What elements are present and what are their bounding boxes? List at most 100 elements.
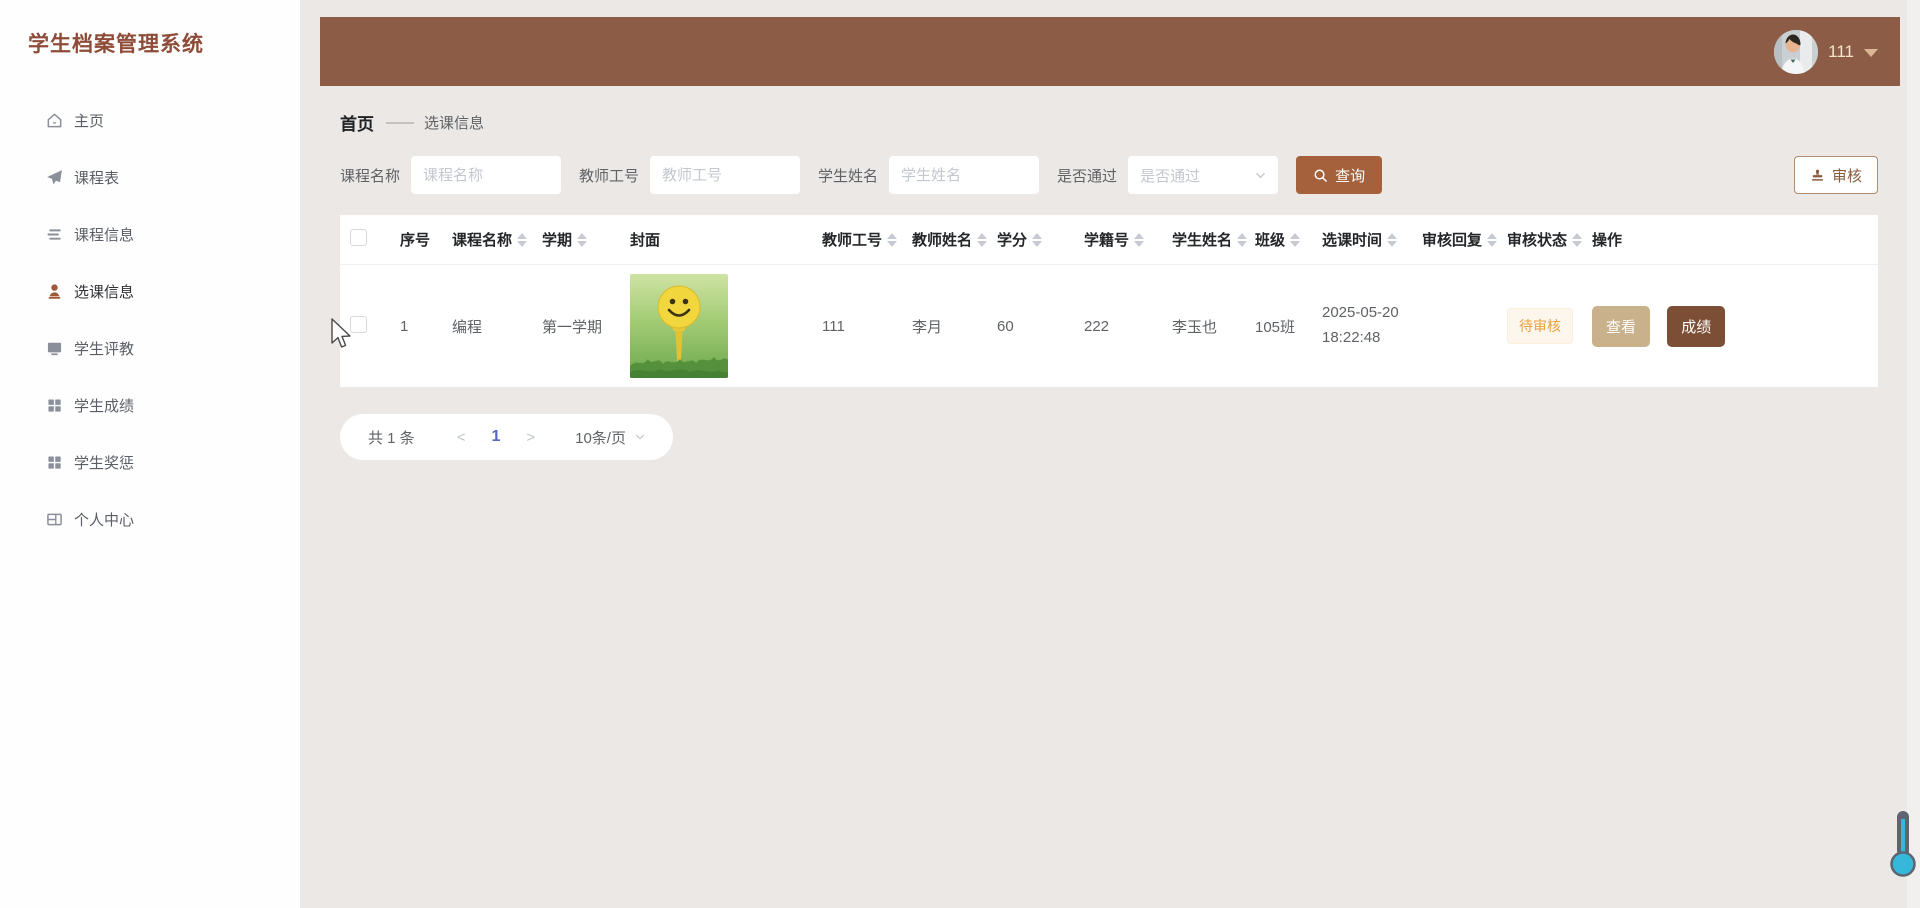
app-title: 学生档案管理系统 xyxy=(0,0,300,58)
sort-icon[interactable] xyxy=(1134,233,1144,247)
username: 111 xyxy=(1828,42,1854,62)
list-icon xyxy=(46,226,63,243)
teacher-id-input[interactable] xyxy=(650,156,800,194)
user-icon xyxy=(46,283,63,300)
cell-teacher-name: 李月 xyxy=(902,265,987,388)
column-header-credit[interactable]: 学分 xyxy=(987,215,1074,265)
cell-student-name: 李玉也 xyxy=(1162,265,1245,388)
column-header-course-name[interactable]: 课程名称 xyxy=(442,215,532,265)
sort-icon[interactable] xyxy=(1290,233,1300,247)
page-size-select[interactable]: 10条/页 xyxy=(575,427,645,448)
student-name-label: 学生姓名 xyxy=(818,165,878,186)
sidebar-nav: 主页 课程表 课程信息 选课信息 学生评教 学生成绩 学生奖惩 个人中心 xyxy=(0,92,300,548)
content: 首页 —— 选课信息 课程名称 教师工号 学生姓名 是否通过 是否通过 查询 审… xyxy=(300,110,1920,460)
column-header-student-name[interactable]: 学生姓名 xyxy=(1162,215,1245,265)
column-header-select-time[interactable]: 选课时间 xyxy=(1312,215,1412,265)
teacher-id-label: 教师工号 xyxy=(579,165,639,186)
column-header-semester[interactable]: 学期 xyxy=(532,215,620,265)
view-button[interactable]: 查看 xyxy=(1592,306,1650,347)
sort-icon[interactable] xyxy=(517,233,527,247)
sidebar-item-label: 课程信息 xyxy=(74,224,134,245)
search-button[interactable]: 查询 xyxy=(1296,156,1382,194)
column-header-teacher-id[interactable]: 教师工号 xyxy=(812,215,902,265)
column-header-audit-reply[interactable]: 审核回复 xyxy=(1412,215,1497,265)
sidebar-item-label: 学生评教 xyxy=(74,338,134,359)
pagination-page-1[interactable]: 1 xyxy=(477,428,514,446)
grid-icon xyxy=(46,397,63,414)
sidebar-item-student-grades[interactable]: 学生成绩 xyxy=(0,377,300,434)
column-header-class[interactable]: 班级 xyxy=(1245,215,1312,265)
course-selection-table: 序号 课程名称 学期 封面 教师工号 教师姓名 学分 学籍号 学生姓名 班级 选… xyxy=(340,215,1878,387)
sidebar-item-student-rewards[interactable]: 学生奖惩 xyxy=(0,434,300,491)
pagination-next-button[interactable]: > xyxy=(514,429,547,446)
sort-icon[interactable] xyxy=(1237,233,1247,247)
card-icon xyxy=(46,511,63,528)
avatar[interactable] xyxy=(1774,30,1818,74)
user-menu[interactable]: 111 xyxy=(1774,30,1878,74)
sidebar-item-label: 学生奖惩 xyxy=(74,452,134,473)
audit-button[interactable]: 审核 xyxy=(1794,156,1878,194)
top-bar: 111 xyxy=(320,17,1900,86)
sidebar: 学生档案管理系统 主页 课程表 课程信息 选课信息 学生评教 学生成绩 学生奖惩 xyxy=(0,0,300,908)
pagination-total: 共 1 条 xyxy=(368,427,415,448)
column-header-teacher-name[interactable]: 教师姓名 xyxy=(902,215,987,265)
cell-audit-reply xyxy=(1412,265,1497,388)
sidebar-item-course-selection[interactable]: 选课信息 xyxy=(0,263,300,320)
pass-status-select[interactable]: 是否通过 xyxy=(1128,156,1278,194)
sidebar-item-course-info[interactable]: 课程信息 xyxy=(0,206,300,263)
search-button-label: 查询 xyxy=(1335,165,1365,186)
pagination-prev-button[interactable]: < xyxy=(445,429,478,446)
column-header-actions: 操作 xyxy=(1582,215,1878,265)
pass-status-label: 是否通过 xyxy=(1057,165,1117,186)
select-all-checkbox[interactable] xyxy=(350,229,367,246)
sidebar-item-label: 学生成绩 xyxy=(74,395,134,416)
cell-class: 105班 xyxy=(1245,265,1312,388)
sidebar-item-timetable[interactable]: 课程表 xyxy=(0,149,300,206)
filter-bar: 课程名称 教师工号 学生姓名 是否通过 是否通过 查询 审核 xyxy=(340,156,1878,194)
sort-icon[interactable] xyxy=(977,233,987,247)
stamp-icon xyxy=(1810,168,1825,183)
status-badge: 待审核 xyxy=(1507,308,1573,344)
main-area: 111 首页 —— 选课信息 课程名称 教师工号 学生姓名 是否通过 是否通过 … xyxy=(300,0,1920,908)
sidebar-item-label: 个人中心 xyxy=(74,509,134,530)
breadcrumb-home[interactable]: 首页 xyxy=(340,110,374,135)
sort-icon[interactable] xyxy=(1487,233,1497,247)
cell-index: 1 xyxy=(390,265,442,388)
monitor-icon xyxy=(46,340,63,357)
sidebar-item-personal-center[interactable]: 个人中心 xyxy=(0,491,300,548)
row-checkbox[interactable] xyxy=(350,316,367,333)
column-header-audit-status[interactable]: 审核状态 xyxy=(1497,215,1582,265)
sidebar-item-home[interactable]: 主页 xyxy=(0,92,300,149)
chevron-down-icon xyxy=(635,432,645,442)
chevron-down-icon xyxy=(1864,49,1878,57)
column-header-student-id[interactable]: 学籍号 xyxy=(1074,215,1162,265)
pagination: 共 1 条 < 1 > 10条/页 xyxy=(340,414,673,460)
sidebar-item-label: 课程表 xyxy=(74,167,119,188)
sort-icon[interactable] xyxy=(1032,233,1042,247)
cell-student-id: 222 xyxy=(1074,265,1162,388)
course-name-label: 课程名称 xyxy=(340,165,400,186)
sort-icon[interactable] xyxy=(887,233,897,247)
sort-icon[interactable] xyxy=(1387,233,1397,247)
course-cover-image xyxy=(630,274,728,378)
sort-icon[interactable] xyxy=(577,233,587,247)
breadcrumb: 首页 —— 选课信息 xyxy=(340,110,1878,135)
score-button[interactable]: 成绩 xyxy=(1667,306,1725,347)
sidebar-item-label: 主页 xyxy=(74,110,104,131)
home-icon xyxy=(46,112,63,129)
course-name-input[interactable] xyxy=(411,156,561,194)
table-row: 1 编程 第一学期 xyxy=(340,265,1878,388)
sidebar-item-student-evaluation[interactable]: 学生评教 xyxy=(0,320,300,377)
cell-semester: 第一学期 xyxy=(532,265,620,388)
audit-button-label: 审核 xyxy=(1832,165,1862,186)
chevron-down-icon xyxy=(1255,170,1266,181)
sort-icon[interactable] xyxy=(1572,233,1582,247)
sidebar-item-label: 选课信息 xyxy=(74,281,134,302)
cell-credit: 60 xyxy=(987,265,1074,388)
page-size-value: 10条/页 xyxy=(575,427,626,448)
pass-status-placeholder: 是否通过 xyxy=(1140,165,1200,186)
student-name-input[interactable] xyxy=(889,156,1039,194)
cell-select-time: 2025-05-20 18:22:48 xyxy=(1322,301,1422,351)
vertical-scrollbar[interactable] xyxy=(1907,0,1920,908)
table-header-row: 序号 课程名称 学期 封面 教师工号 教师姓名 学分 学籍号 学生姓名 班级 选… xyxy=(340,215,1878,265)
